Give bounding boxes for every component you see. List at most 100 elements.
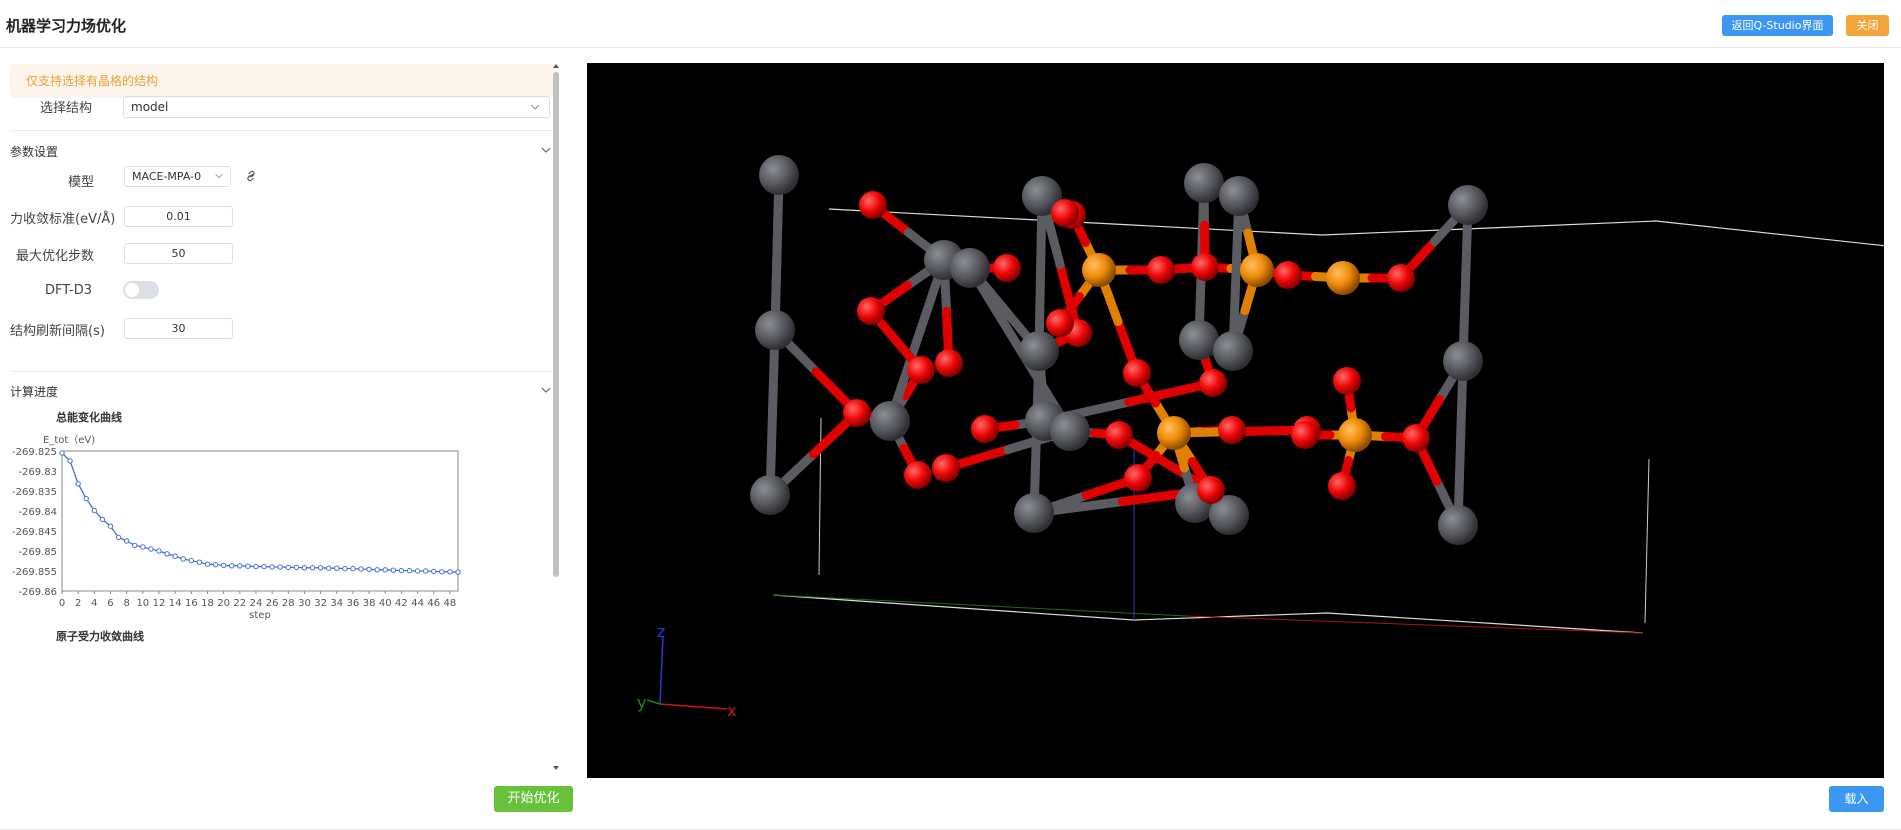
atom-gray[interactable] xyxy=(1184,163,1224,203)
atom-red[interactable] xyxy=(859,191,887,219)
load-button[interactable]: 载入 xyxy=(1829,786,1884,812)
start-optimization-button[interactable]: 开始优化 xyxy=(494,786,573,812)
y-tick-label: -269.855 xyxy=(12,567,57,578)
data-point xyxy=(269,564,275,570)
data-point xyxy=(83,495,89,502)
z-axis-label: z xyxy=(657,622,665,641)
data-point xyxy=(358,566,364,572)
atom-red[interactable] xyxy=(1402,424,1430,452)
scrollbar-thumb[interactable] xyxy=(553,72,559,577)
x-tick-label: 2 xyxy=(75,598,81,609)
atom-red[interactable] xyxy=(1124,464,1152,492)
atom-gray[interactable] xyxy=(950,248,990,288)
data-point xyxy=(67,458,73,464)
data-point xyxy=(75,481,81,487)
atom-gray[interactable] xyxy=(759,155,799,195)
atom-gray[interactable] xyxy=(1050,411,1090,451)
refresh-interval-input[interactable]: 30 xyxy=(124,318,233,339)
scroll-up-icon[interactable] xyxy=(551,62,561,70)
model-select[interactable]: MACE-MPA-0 xyxy=(124,166,231,187)
link-icon[interactable] xyxy=(243,168,259,184)
atom-gray[interactable] xyxy=(870,401,910,441)
data-point xyxy=(220,562,227,569)
atom-orange[interactable] xyxy=(1240,253,1274,287)
energy-chart: -269.825 -269.83 -269.835 -269.84 -269.845 -2… xyxy=(12,447,461,620)
atom-orange[interactable] xyxy=(1157,416,1191,450)
atom-red[interactable] xyxy=(1191,253,1219,281)
atom-gray[interactable] xyxy=(750,475,790,515)
max-steps-label: 最大优化步数 xyxy=(15,249,94,264)
data-point xyxy=(156,548,162,554)
data-point xyxy=(325,565,332,571)
atom-red[interactable] xyxy=(971,415,999,443)
chevron-down-icon xyxy=(530,104,540,110)
x-tick-label: 24 xyxy=(250,598,263,609)
atom-red[interactable] xyxy=(1274,261,1302,289)
atom-red[interactable] xyxy=(1197,476,1225,504)
y-tick-label: -269.835 xyxy=(12,487,57,498)
atom-red[interactable] xyxy=(857,297,885,325)
scroll-down-icon[interactable] xyxy=(551,764,561,772)
atom-orange[interactable] xyxy=(1082,253,1116,287)
x-tick-label: 8 xyxy=(123,598,129,609)
atom-red[interactable] xyxy=(935,349,963,377)
data-point xyxy=(196,559,203,565)
atom-red[interactable] xyxy=(1333,367,1361,395)
atom-gray[interactable] xyxy=(1179,320,1219,360)
force-label: 力收敛标准(eV/Å) xyxy=(10,212,116,227)
max-steps-input[interactable]: 50 xyxy=(124,243,233,264)
atom-orange[interactable] xyxy=(1326,261,1360,295)
molecule-canvas[interactable]: x z y xyxy=(587,63,1884,778)
structure-select[interactable]: model xyxy=(123,96,550,118)
atom-red[interactable] xyxy=(843,399,871,427)
x-tick-label: 42 xyxy=(395,598,408,609)
data-point xyxy=(261,563,267,570)
x-tick-label: 4 xyxy=(91,598,97,609)
scrollbar[interactable] xyxy=(551,62,561,772)
structure-viewer[interactable]: x z y xyxy=(587,63,1884,778)
atom-orange[interactable] xyxy=(1338,418,1372,452)
atom-red[interactable] xyxy=(1147,256,1175,284)
x-tick-label: 6 xyxy=(107,598,113,609)
atom-red[interactable] xyxy=(1328,472,1356,500)
atom-gray[interactable] xyxy=(1448,185,1488,225)
atom-red[interactable] xyxy=(1051,199,1079,227)
atom-red[interactable] xyxy=(1387,264,1415,292)
atom-red[interactable] xyxy=(904,461,932,489)
dft-d3-toggle[interactable] xyxy=(123,281,159,299)
data-point xyxy=(374,567,380,573)
back-to-qstudio-button[interactable]: 返回Q-Studio界面 xyxy=(1722,15,1833,36)
model-label: 模型 xyxy=(67,175,94,190)
atom-red[interactable] xyxy=(932,454,960,482)
atom-red[interactable] xyxy=(993,254,1021,282)
settings-panel: 仅支持选择有晶格的结构 选择结构 model 参数设置 模型 MACE-MPA-… xyxy=(10,62,560,780)
atom-gray[interactable] xyxy=(1014,493,1054,533)
atom-gray[interactable] xyxy=(1213,331,1253,371)
data-point xyxy=(237,563,243,569)
data-point xyxy=(414,568,421,574)
data-point xyxy=(132,542,138,549)
atom-gray[interactable] xyxy=(1438,505,1478,545)
atom-gray[interactable] xyxy=(1219,176,1259,216)
close-button[interactable]: 关闭 xyxy=(1846,15,1889,36)
atom-red[interactable] xyxy=(1105,421,1133,449)
atom-red[interactable] xyxy=(907,356,935,384)
chart-title: 总能变化曲线 xyxy=(56,411,122,424)
y-tick-label: -269.85 xyxy=(18,547,57,558)
atom-red[interactable] xyxy=(1218,416,1246,444)
x-tick-label: 36 xyxy=(347,598,360,609)
data-point xyxy=(253,563,259,570)
atom-red[interactable] xyxy=(1046,309,1074,337)
data-point xyxy=(107,523,114,529)
atom-red[interactable] xyxy=(1291,421,1319,449)
data-point xyxy=(398,567,405,574)
y-tick-label: -269.83 xyxy=(18,467,57,478)
x-tick-label: 40 xyxy=(379,598,392,609)
force-input[interactable]: 0.01 xyxy=(124,206,233,227)
atom-red[interactable] xyxy=(1123,359,1151,387)
atom-gray[interactable] xyxy=(1019,331,1059,371)
atom-gray[interactable] xyxy=(755,310,795,350)
x-tick-label: 46 xyxy=(427,598,440,609)
atom-red[interactable] xyxy=(1199,369,1227,397)
atom-gray[interactable] xyxy=(1443,341,1483,381)
